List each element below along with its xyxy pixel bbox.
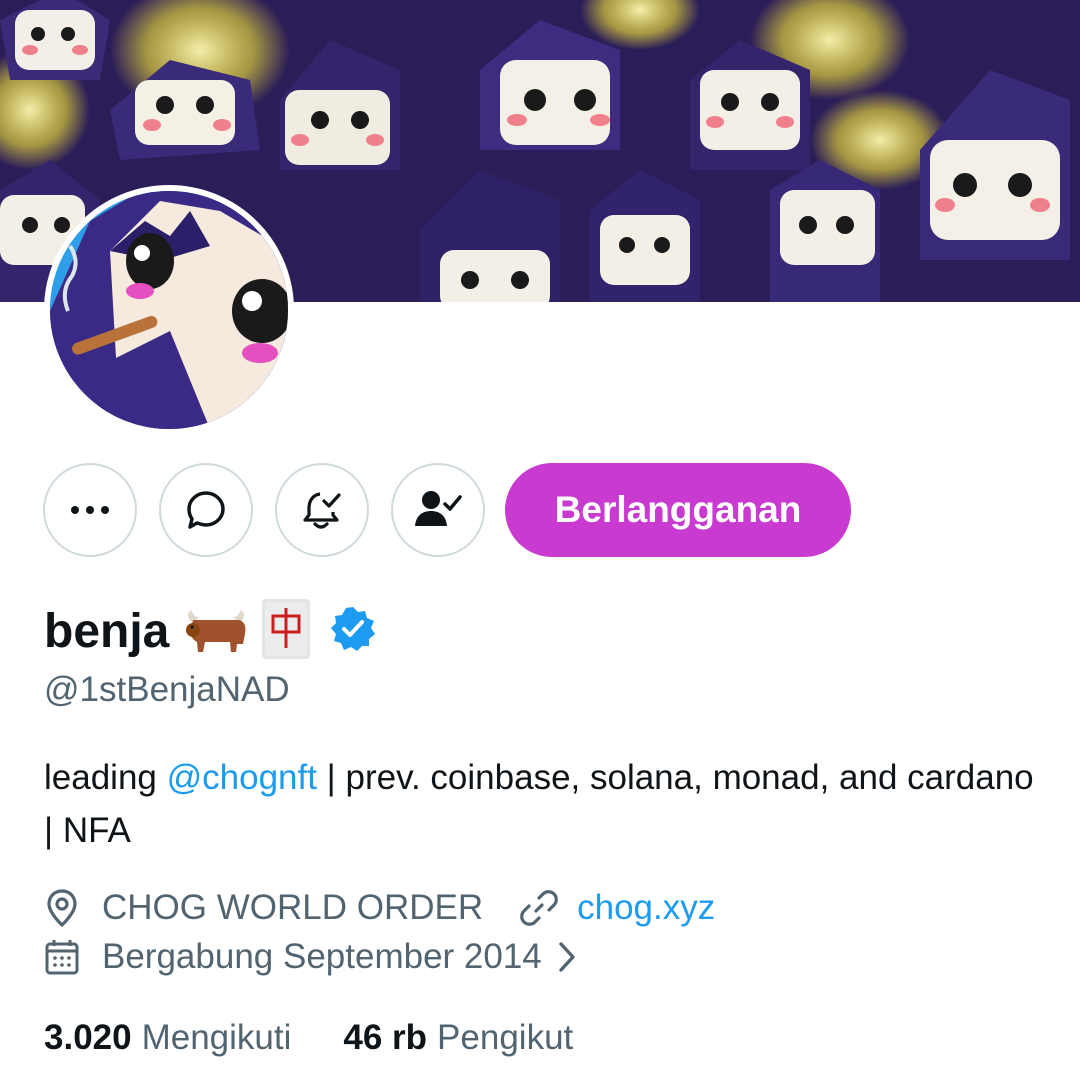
profile-handle: @1stBenjaNAD [44, 670, 290, 709]
chevron-right-icon [556, 940, 578, 974]
message-icon [187, 491, 225, 529]
following-button[interactable] [391, 463, 485, 557]
followers-stat[interactable]: 46 rb Pengikut [343, 1018, 573, 1058]
ox-emoji [183, 604, 249, 658]
calendar-icon [44, 938, 88, 976]
profile-meta-location-website: CHOG WORLD ORDER chog.xyz [44, 884, 715, 932]
notifications-button[interactable] [275, 463, 369, 557]
followers-count: 46 rb [343, 1018, 428, 1057]
profile-meta-joined[interactable]: Bergabung September 2014 [44, 933, 578, 981]
bio-text-prefix: leading [44, 758, 167, 797]
person-check-icon [415, 491, 462, 526]
mahjong-red-dragon-emoji [261, 598, 311, 664]
avatar-image [50, 191, 288, 429]
following-count: 3.020 [44, 1018, 132, 1057]
profile-name-row: benja [44, 598, 377, 664]
followers-label: Pengikut [437, 1018, 574, 1057]
profile-joined-date: Bergabung September 2014 [102, 937, 542, 976]
message-button[interactable] [159, 463, 253, 557]
link-icon [519, 888, 563, 928]
subscribe-button[interactable]: Berlangganan [505, 463, 851, 557]
following-label: Mengikuti [141, 1018, 292, 1057]
profile-website-link[interactable]: chog.xyz [577, 888, 715, 928]
more-icon [71, 506, 109, 514]
display-name: benja [44, 604, 170, 658]
avatar[interactable] [44, 185, 294, 435]
bio-mention-link[interactable]: @chognft [167, 758, 317, 797]
following-stat[interactable]: 3.020 Mengikuti [44, 1018, 291, 1058]
bell-check-icon [303, 492, 341, 529]
profile-bio: leading @chognft | prev. coinbase, solan… [44, 751, 1034, 857]
profile-stats: 3.020 Mengikuti 46 rb Pengikut [44, 1014, 573, 1062]
verified-badge-icon[interactable] [329, 605, 377, 657]
profile-location: CHOG WORLD ORDER [102, 888, 484, 927]
more-button[interactable] [43, 463, 137, 557]
location-icon [44, 888, 88, 928]
